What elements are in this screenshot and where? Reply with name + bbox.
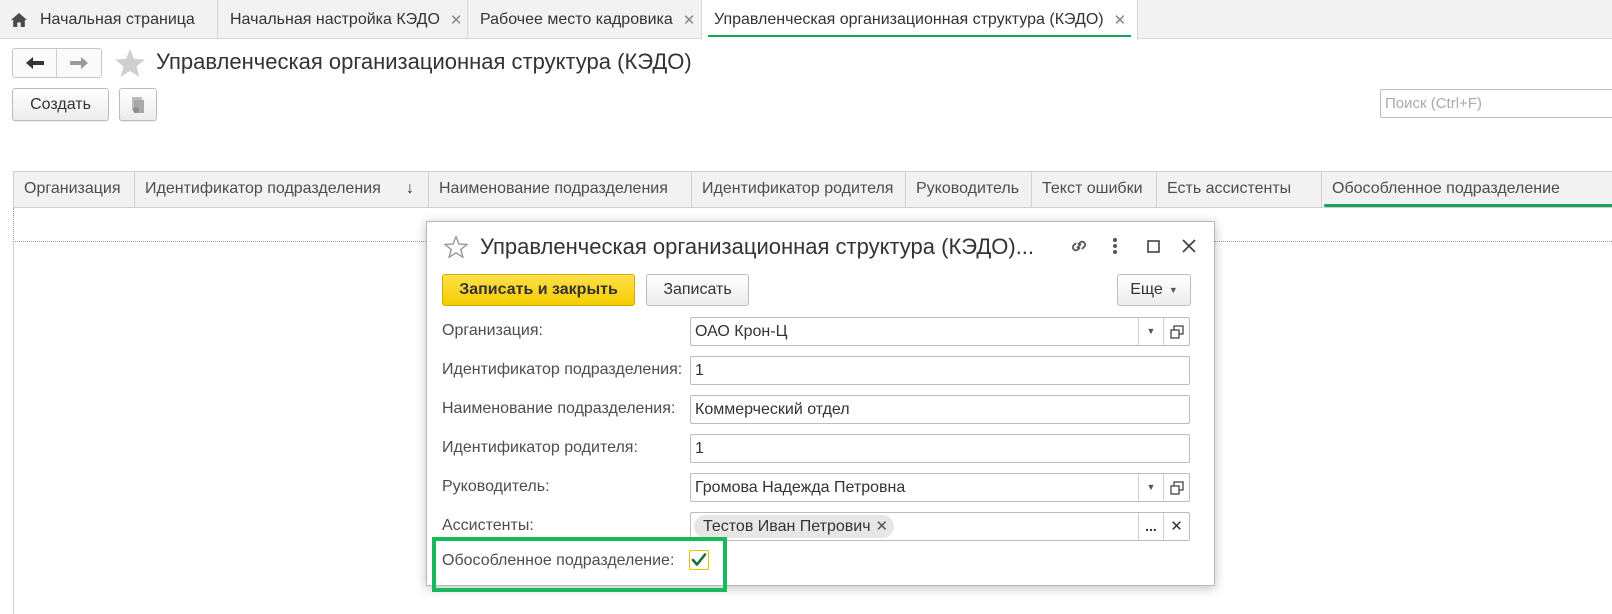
dept-name-field[interactable]: Коммерческий отдел [690,395,1190,424]
column-highlight [1324,204,1612,207]
search-input[interactable]: Поиск (Ctrl+F) [1380,89,1612,118]
more-vertical-icon[interactable] [1111,236,1119,256]
column-label: Текст ошибки [1042,180,1143,197]
tab-label: Рабочее место кадровика [480,10,673,28]
tab-org-structure[interactable]: Управленческая организационная структура… [702,0,1138,40]
dept-name-label: Наименование подразделения: [442,400,676,417]
column-label: Организация [24,180,121,197]
link-icon[interactable] [1068,236,1090,256]
active-tab-indicator [708,35,1131,37]
dept-id-value: 1 [695,362,704,379]
parent-id-value: 1 [695,440,704,457]
head-label: Руководитель: [442,478,550,495]
open-window-icon [1169,480,1184,495]
save-button-label: Записать [663,281,732,298]
organization-field[interactable]: ОАО Крон-Ц ▼ [690,317,1190,346]
remove-chip-icon[interactable]: ✕ [876,515,889,538]
dept-name-value: Коммерческий отдел [695,401,850,418]
save-button[interactable]: Записать [646,274,749,306]
column-label: Есть ассистенты [1167,180,1292,197]
dialog-title: Управленческая организационная структура… [480,234,1035,259]
separate-dept-checkbox[interactable] [689,550,709,570]
record-dialog: Управленческая организационная структура… [426,221,1215,586]
favorite-star-icon[interactable] [444,236,468,258]
close-icon[interactable] [1180,236,1198,256]
back-button[interactable] [13,49,58,77]
head-value: Громова Надежда Петровна [695,479,906,496]
tab-label: Управленческая организационная структура… [714,11,1104,28]
copy-button[interactable] [119,88,157,121]
assistant-chip[interactable]: Тестов Иван Петрович ✕ [694,515,895,538]
column-header-parent-id[interactable]: Идентификатор родителя [692,172,906,207]
tab-hr-workplace[interactable]: Рабочее место кадровика ✕ [468,0,702,39]
chevron-down-icon: ▼ [1146,482,1156,492]
copy-document-icon [132,96,144,113]
arrow-right-icon [70,57,88,69]
arrow-left-icon [25,57,44,69]
column-header-head[interactable]: Руководитель [906,172,1032,207]
head-field[interactable]: Громова Надежда Петровна ▼ [690,473,1190,502]
column-header-organization[interactable]: Организация [14,172,135,207]
create-button[interactable]: Создать [12,88,109,121]
column-header-has-assistants[interactable]: Есть ассистенты [1157,172,1322,207]
column-header-separate-dept[interactable]: Обособленное подразделение [1322,172,1612,207]
table-header: Организация Идентификатор подразделения … [13,171,1612,208]
dept-id-field[interactable]: 1 [690,356,1190,385]
close-icon[interactable]: ✕ [683,11,696,29]
column-label: Обособленное подразделение [1332,180,1560,197]
assistants-label: Ассистенты: [442,517,534,534]
clear-button[interactable]: ✕ [1163,513,1189,540]
tab-bar: Начальная страница Начальная настройка К… [0,0,1612,40]
more-button[interactable]: Еще ▼ [1117,274,1191,306]
dropdown-button[interactable]: ▼ [1138,474,1163,501]
assistants-field[interactable]: Тестов Иван Петрович ✕ ... ✕ [690,512,1190,541]
save-and-close-button[interactable]: Записать и закрыть [442,274,635,306]
favorite-star-icon[interactable] [114,48,146,78]
chevron-down-icon: ▼ [1168,285,1178,295]
open-button[interactable] [1163,318,1189,345]
parent-id-label: Идентификатор родителя: [442,439,638,456]
navigation-buttons [12,48,102,78]
open-window-icon [1169,324,1184,339]
select-button[interactable]: ... [1138,513,1163,540]
tab-label: Начальная страница [40,10,195,28]
tab-initial-setup[interactable]: Начальная настройка КЭДО ✕ [218,0,468,39]
tab-home[interactable]: Начальная страница [0,0,218,39]
table-border [13,242,14,614]
close-icon: ✕ [1170,518,1183,535]
chevron-down-icon: ▼ [1146,326,1156,336]
forward-button[interactable] [57,49,101,77]
open-button[interactable] [1163,474,1189,501]
separate-dept-label: Обособленное подразделение: [442,552,675,569]
parent-id-field[interactable]: 1 [690,434,1190,463]
column-header-dept-name[interactable]: Наименование подразделения [429,172,692,207]
close-icon[interactable]: ✕ [450,11,463,29]
home-icon [11,12,27,27]
column-header-dept-id[interactable]: Идентификатор подразделения ↓ [135,172,429,207]
assistant-name: Тестов Иван Петрович [703,518,871,535]
checkmark-icon [691,553,707,566]
column-header-error-text[interactable]: Текст ошибки [1032,172,1157,207]
maximize-icon[interactable] [1146,236,1162,256]
column-label: Наименование подразделения [439,180,668,197]
column-label: Идентификатор подразделения [145,180,381,197]
page-title: Управленческая организационная структура… [156,49,692,74]
organization-label: Организация: [442,322,543,339]
column-label: Идентификатор родителя [702,180,894,197]
more-button-label: Еще [1130,281,1163,298]
sort-arrow-icon: ↓ [406,180,414,197]
organization-value: ОАО Крон-Ц [695,323,788,340]
tab-label: Начальная настройка КЭДО [230,10,440,28]
column-label: Руководитель [916,180,1020,197]
dropdown-button[interactable]: ▼ [1138,318,1163,345]
close-icon[interactable]: ✕ [1114,11,1127,29]
dept-id-label: Идентификатор подразделения: [442,361,683,378]
